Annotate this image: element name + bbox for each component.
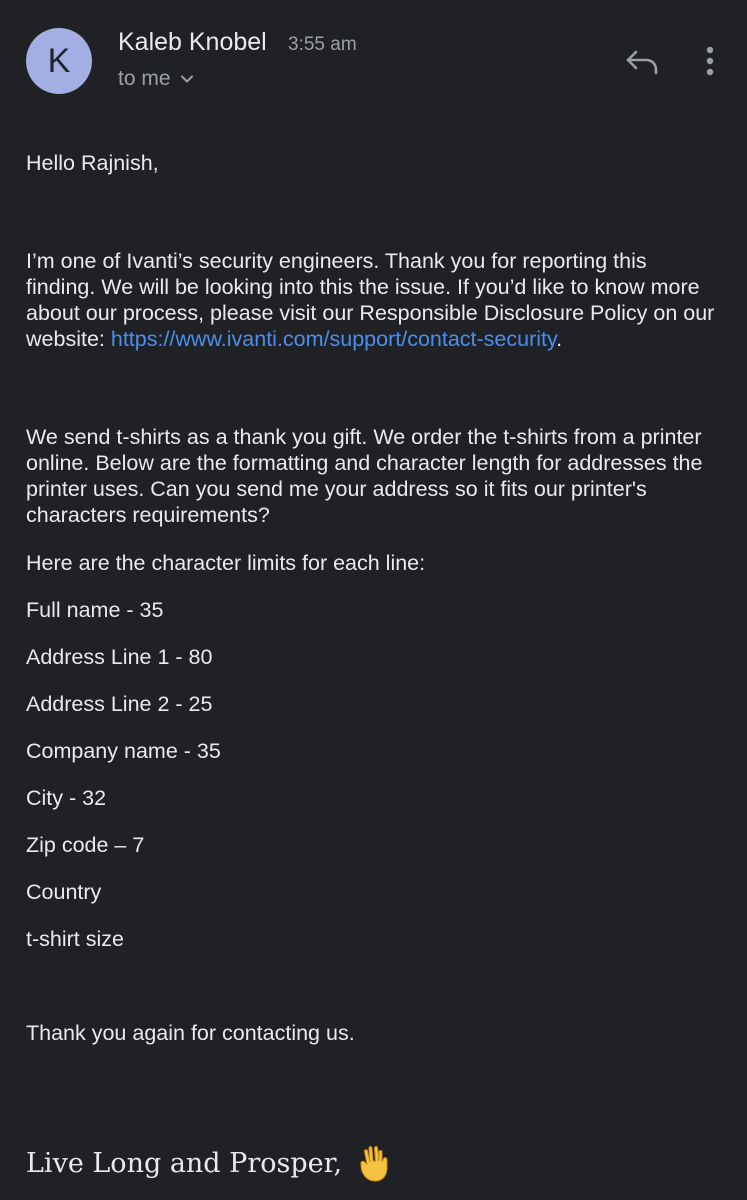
- signature: Live Long and Prosper,: [26, 1143, 392, 1183]
- limit-tshirt-size: t-shirt size: [26, 927, 124, 951]
- recipient-details-toggle[interactable]: to me: [118, 67, 195, 91]
- thanks-line: Thank you again for contacting us.: [26, 1021, 355, 1045]
- reply-icon[interactable]: [620, 44, 664, 80]
- email-header: K Kaleb Knobel 3:55 am to me: [0, 0, 747, 120]
- email-body: Hello Rajnish, I’m one of Ivanti’s secur…: [26, 150, 716, 1046]
- security-policy-link[interactable]: https://www.ivanti.com/support/contact-s…: [111, 327, 556, 351]
- limit-address-line-1: Address Line 1 - 80: [26, 645, 213, 669]
- limit-city: City - 32: [26, 786, 107, 810]
- recipient-label: to me: [118, 67, 171, 90]
- signature-text: Live Long and Prosper,: [26, 1147, 343, 1179]
- more-vert-icon[interactable]: [696, 44, 724, 80]
- limit-company-name: Company name - 35: [26, 739, 221, 763]
- greeting: Hello Rajnish,: [26, 151, 159, 175]
- avatar[interactable]: K: [26, 28, 92, 94]
- chevron-down-icon: [180, 75, 193, 83]
- limit-country: Country: [26, 880, 102, 904]
- limit-address-line-2: Address Line 2 - 25: [26, 692, 213, 716]
- paragraph-tshirt: We send t-shirts as a thank you gift. We…: [26, 425, 703, 527]
- paragraph-intro-end: .: [556, 327, 563, 351]
- vulcan-salute-icon: [360, 1146, 388, 1182]
- limit-full-name: Full name - 35: [26, 598, 164, 622]
- sender-name: Kaleb Knobel: [118, 28, 267, 56]
- timestamp: 3:55 am: [288, 34, 357, 55]
- limits-intro: Here are the character limits for each l…: [26, 551, 426, 575]
- paragraph-intro: I’m one of Ivanti’s security engineers. …: [26, 248, 716, 352]
- limit-zip-code: Zip code – 7: [26, 833, 145, 857]
